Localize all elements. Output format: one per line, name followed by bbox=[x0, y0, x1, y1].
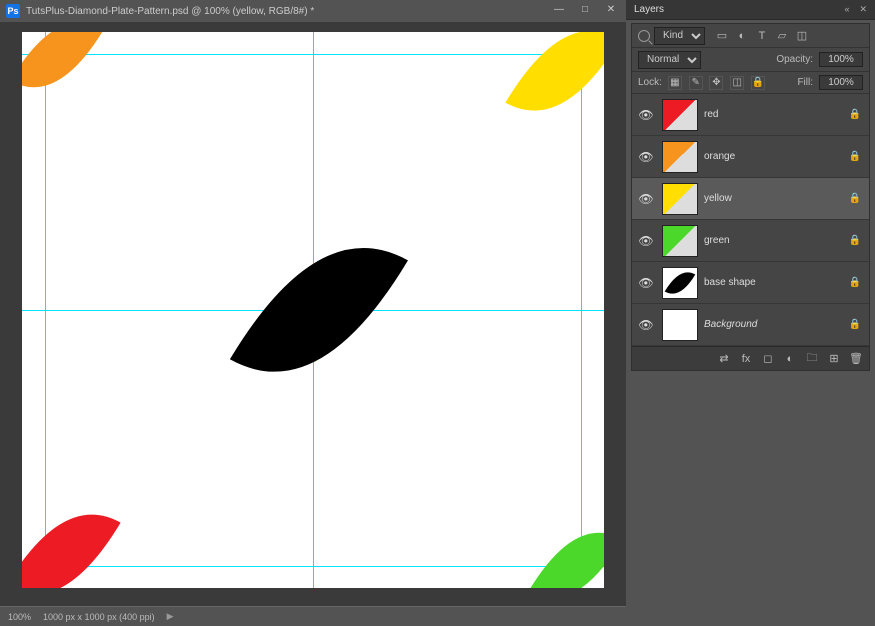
layer-row-green[interactable]: 👁 green 🔒 bbox=[632, 220, 869, 262]
app-icon: Ps bbox=[6, 4, 20, 18]
filter-pixel-icon[interactable]: ▭ bbox=[715, 29, 729, 43]
window-buttons: — □ ✕ bbox=[548, 0, 622, 18]
lock-position-icon[interactable]: ✥ bbox=[709, 76, 723, 90]
layer-lock-icon[interactable]: 🔒 bbox=[849, 109, 861, 120]
layer-thumbnail[interactable] bbox=[662, 99, 698, 131]
panel-header: Layers « ✕ bbox=[626, 0, 875, 20]
layer-lock-icon[interactable]: 🔒 bbox=[849, 319, 861, 330]
fill-value[interactable]: 100% bbox=[819, 75, 863, 90]
lock-artboard-icon[interactable]: ◫ bbox=[730, 76, 744, 90]
opacity-value[interactable]: 100% bbox=[819, 52, 863, 67]
layer-name[interactable]: yellow bbox=[704, 193, 843, 204]
blend-mode-select[interactable]: Normal bbox=[638, 51, 701, 69]
lock-row: Lock: ▦ ✎ ✥ ◫ 🔒 Fill: 100% bbox=[632, 72, 869, 94]
layer-name[interactable]: Background bbox=[704, 319, 843, 330]
visibility-toggle[interactable]: 👁 bbox=[636, 108, 656, 122]
layer-name[interactable]: orange bbox=[704, 151, 843, 162]
layer-lock-icon[interactable]: 🔒 bbox=[849, 193, 861, 204]
visibility-toggle[interactable]: 👁 bbox=[636, 150, 656, 164]
lock-all-icon[interactable]: 🔒 bbox=[751, 76, 765, 90]
layer-thumbnail[interactable] bbox=[662, 183, 698, 215]
panels-column: Layers « ✕ Kind ▭ ◐ T ▱ ◫ Normal Opacity… bbox=[626, 0, 875, 626]
close-button[interactable]: ✕ bbox=[600, 0, 622, 18]
visibility-toggle[interactable]: 👁 bbox=[636, 234, 656, 248]
layer-thumbnail[interactable] bbox=[662, 309, 698, 341]
layers-panel: Kind ▭ ◐ T ▱ ◫ Normal Opacity: 100% Lock… bbox=[631, 23, 870, 371]
lock-transparency-icon[interactable]: ▦ bbox=[668, 76, 682, 90]
status-bar: 100% 1000 px x 1000 px (400 ppi) ▶ bbox=[0, 606, 626, 626]
filter-kind-select[interactable]: Kind bbox=[654, 27, 705, 45]
shape-red[interactable] bbox=[22, 499, 127, 588]
layer-name[interactable]: green bbox=[704, 235, 843, 246]
shape-yellow[interactable] bbox=[499, 32, 604, 127]
document-window: Ps TutsPlus-Diamond-Plate-Pattern.psd @ … bbox=[0, 0, 626, 626]
search-icon[interactable] bbox=[638, 30, 650, 42]
document-title: TutsPlus-Diamond-Plate-Pattern.psd @ 100… bbox=[26, 6, 314, 17]
layers-list: 👁 red 🔒 👁 orange 🔒 👁 yellow 🔒 👁 green 🔒 👁 base shape 🔒… bbox=[632, 94, 869, 346]
panel-title[interactable]: Layers bbox=[634, 4, 664, 15]
lock-label: Lock: bbox=[638, 77, 662, 88]
canvas-area[interactable] bbox=[0, 22, 626, 606]
layer-lock-icon[interactable]: 🔒 bbox=[849, 277, 861, 288]
adjustment-layer-icon[interactable]: ◐ bbox=[783, 352, 797, 366]
layer-row-Background[interactable]: 👁 Background 🔒 bbox=[632, 304, 869, 346]
layer-row-base-shape[interactable]: 👁 base shape 🔒 bbox=[632, 262, 869, 304]
shape-base[interactable] bbox=[220, 232, 418, 388]
layer-row-orange[interactable]: 👁 orange 🔒 bbox=[632, 136, 869, 178]
filter-icons: ▭ ◐ T ▱ ◫ bbox=[715, 29, 809, 43]
layer-lock-icon[interactable]: 🔒 bbox=[849, 151, 861, 162]
visibility-toggle[interactable]: 👁 bbox=[636, 318, 656, 332]
minimize-button[interactable]: — bbox=[548, 0, 570, 18]
layer-row-yellow[interactable]: 👁 yellow 🔒 bbox=[632, 178, 869, 220]
layer-name[interactable]: red bbox=[704, 109, 843, 120]
filter-adjust-icon[interactable]: ◐ bbox=[735, 29, 749, 43]
canvas[interactable] bbox=[22, 32, 604, 588]
blend-row: Normal Opacity: 100% bbox=[632, 48, 869, 72]
zoom-level[interactable]: 100% bbox=[8, 612, 31, 622]
visibility-toggle[interactable]: 👁 bbox=[636, 192, 656, 206]
link-layers-icon[interactable]: ⇄ bbox=[717, 352, 731, 366]
opacity-label: Opacity: bbox=[776, 54, 813, 65]
layer-thumbnail[interactable] bbox=[662, 141, 698, 173]
delete-layer-icon[interactable]: 🗑 bbox=[849, 352, 863, 366]
layer-row-red[interactable]: 👁 red 🔒 bbox=[632, 94, 869, 136]
titlebar: Ps TutsPlus-Diamond-Plate-Pattern.psd @ … bbox=[0, 0, 626, 22]
layer-style-icon[interactable]: fx bbox=[739, 352, 753, 366]
maximize-button[interactable]: □ bbox=[574, 0, 596, 18]
shape-green[interactable] bbox=[523, 521, 604, 588]
filter-shape-icon[interactable]: ▱ bbox=[775, 29, 789, 43]
layers-footer: ⇄ fx ◻ ◐ 🗀 ⊞ 🗑 bbox=[632, 346, 869, 370]
layer-thumbnail[interactable] bbox=[662, 267, 698, 299]
filter-type-icon[interactable]: T bbox=[755, 29, 769, 43]
fill-label: Fill: bbox=[797, 77, 813, 88]
new-layer-icon[interactable]: ⊞ bbox=[827, 352, 841, 366]
panel-collapse-icon[interactable]: « bbox=[844, 4, 849, 15]
layer-mask-icon[interactable]: ◻ bbox=[761, 352, 775, 366]
shape-orange[interactable] bbox=[22, 32, 109, 99]
group-icon[interactable]: 🗀 bbox=[805, 352, 819, 366]
layer-thumbnail[interactable] bbox=[662, 225, 698, 257]
lock-paint-icon[interactable]: ✎ bbox=[689, 76, 703, 90]
visibility-toggle[interactable]: 👁 bbox=[636, 276, 656, 290]
layer-filter-row: Kind ▭ ◐ T ▱ ◫ bbox=[632, 24, 869, 48]
filter-smart-icon[interactable]: ◫ bbox=[795, 29, 809, 43]
layer-lock-icon[interactable]: 🔒 bbox=[849, 235, 861, 246]
panel-close-icon[interactable]: ✕ bbox=[859, 4, 867, 15]
layer-name[interactable]: base shape bbox=[704, 277, 843, 288]
status-chevron-icon[interactable]: ▶ bbox=[167, 611, 174, 622]
document-dimensions: 1000 px x 1000 px (400 ppi) bbox=[43, 612, 155, 622]
